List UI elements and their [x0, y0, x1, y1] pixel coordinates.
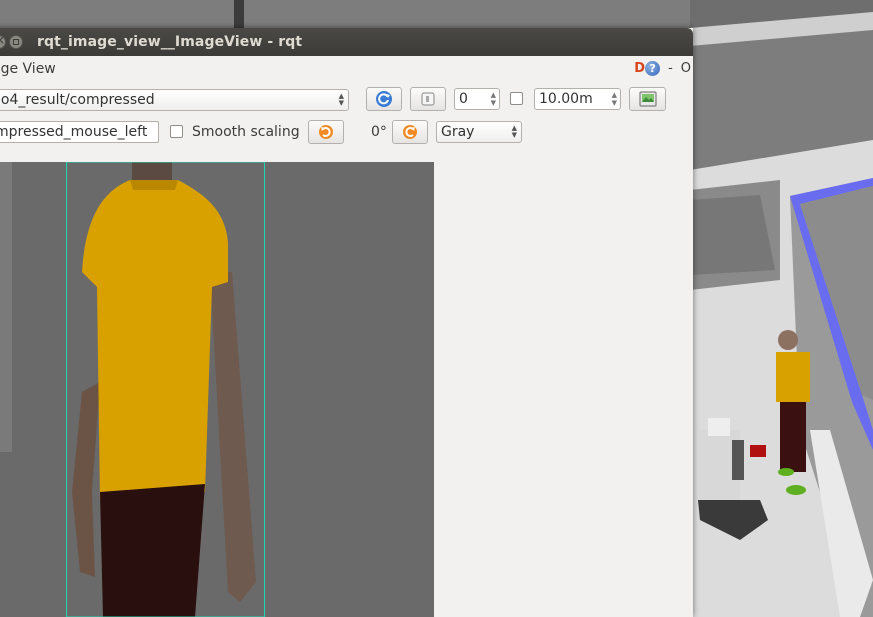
dock-close-button[interactable]: O	[681, 61, 691, 76]
smooth-scaling-checkbox[interactable]	[170, 125, 183, 138]
dynamic-range-checkbox[interactable]	[510, 92, 523, 105]
chevron-updown-icon: ▲ ▼	[338, 92, 344, 107]
save-image-button[interactable]	[629, 87, 666, 111]
rotation-label: 0°	[371, 124, 387, 140]
zoom-value: 0	[459, 91, 468, 107]
rotate-ccw-icon	[319, 125, 333, 139]
refresh-icon	[376, 91, 392, 107]
help-icon[interactable]: ?	[645, 61, 661, 76]
smooth-scaling-label: Smooth scaling	[192, 124, 300, 140]
max-range-value: 10.00m	[539, 91, 593, 107]
window-minimize-button[interactable]	[9, 35, 23, 49]
d-button[interactable]: D	[634, 61, 645, 76]
rotate-right-button[interactable]	[392, 120, 428, 144]
rotate-cw-icon	[403, 125, 417, 139]
refresh-button[interactable]	[366, 87, 402, 111]
window-title: rqt_image_view__ImageView - rqt	[37, 34, 303, 50]
image-display[interactable]	[0, 162, 434, 617]
window-titlebar[interactable]: rqt_image_view__ImageView - rqt	[0, 28, 693, 56]
spin-arrows-icon[interactable]: ▲ ▼	[491, 91, 496, 107]
mouse-topic-value: mpressed_mouse_left	[0, 124, 148, 140]
dock-title: age View	[0, 61, 56, 77]
dock-controls: D ? - O	[634, 61, 691, 76]
rqt-window: rqt_image_view__ImageView - rqt age View…	[0, 28, 693, 617]
rotate-left-button[interactable]	[308, 120, 344, 144]
max-range-spinbox[interactable]: 10.00m ▲ ▼	[534, 88, 621, 110]
dock-minimize-button[interactable]: -	[668, 61, 673, 76]
chevron-updown-icon: ▲ ▼	[511, 124, 517, 139]
topic-select-value: lo4_result/compressed	[0, 92, 155, 108]
mouse-topic-input[interactable]: mpressed_mouse_left	[0, 121, 159, 143]
zoom-spinbox[interactable]: 0 ▲ ▼	[454, 88, 500, 110]
fit-view-icon	[421, 92, 435, 106]
save-image-icon	[639, 91, 656, 107]
color-scheme-value: Gray	[441, 124, 475, 140]
topic-select[interactable]: lo4_result/compressed ▲ ▼	[0, 89, 349, 111]
color-scheme-select[interactable]: Gray ▲ ▼	[436, 121, 522, 143]
fit-view-button[interactable]	[410, 87, 446, 111]
spin-arrows-icon[interactable]: ▲ ▼	[612, 91, 617, 107]
camera-image	[0, 162, 434, 617]
window-close-button[interactable]	[0, 33, 6, 49]
